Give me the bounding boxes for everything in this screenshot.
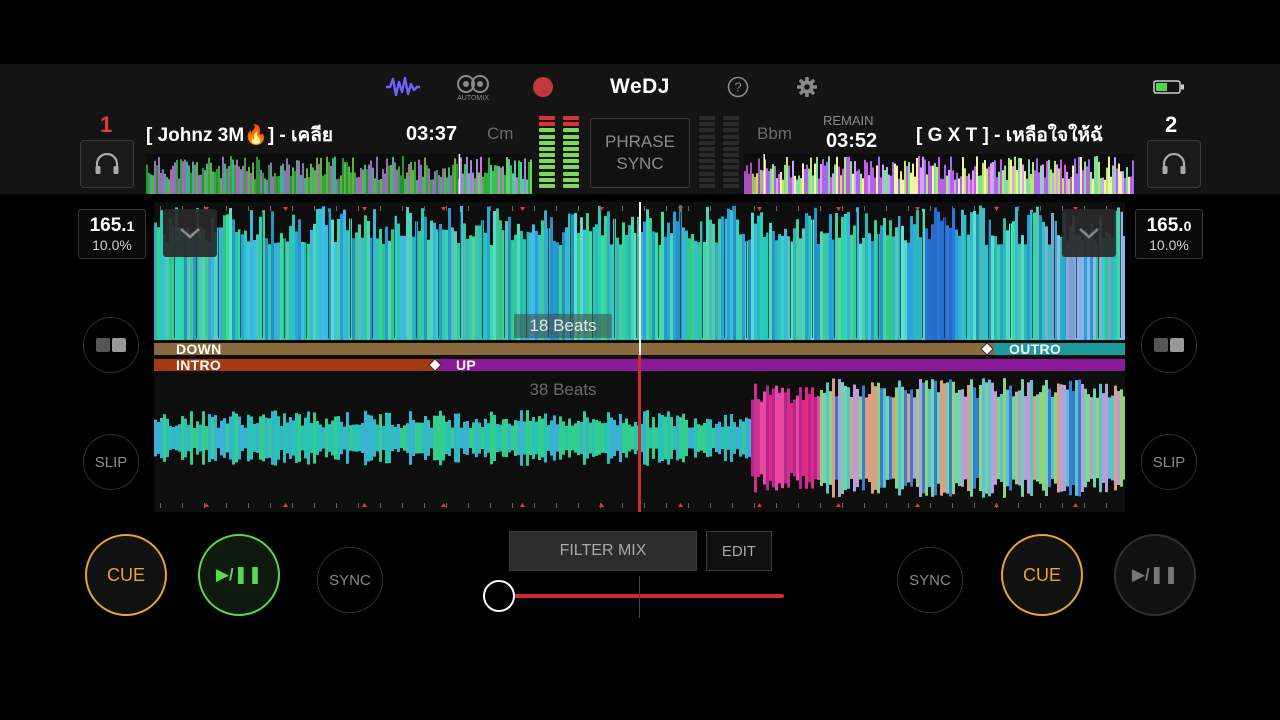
phrase-sync-line2: SYNC [616,154,664,173]
phrase-label-outro: OUTRO [1009,341,1062,357]
crossfader-center-mark [639,576,640,618]
deck1-headphone-cue-button[interactable] [80,140,134,188]
deck1-number: 1 [100,112,113,137]
headphones-icon [95,153,119,174]
svg-text:?: ? [734,80,741,95]
automix-label: AUTOMIX [457,95,489,102]
deck2-sync-label: SYNC [909,571,951,589]
deck2-cue-label: CUE [1022,564,1061,585]
waveform-display[interactable]: 18 Beats 38 Beats DOWN INTRO UP OUTRO [154,202,1125,512]
deck1-track-title[interactable]: [ Johnz 3M🔥] - เคลีย [146,120,360,150]
headphones-icon [1162,153,1186,174]
phrase-sync-button[interactable]: PHRASE SYNC [590,118,690,188]
deck1-slip-button[interactable]: SLIP [83,434,139,490]
chevron-down-icon [180,228,200,239]
deck2-bpm-display[interactable]: 165.0 10.0% [1135,209,1203,259]
help-icon: ? [727,76,749,98]
chevron-down-icon [1079,228,1099,239]
deck2-overview-waveform[interactable] [744,154,1134,194]
deck1-play-pause-button[interactable]: ▶/❚❚ [198,534,280,616]
deck1-overview-waveform[interactable] [146,154,532,194]
deck1-cue-button[interactable]: CUE [85,534,167,616]
deck1-pad-mode-button[interactable] [83,317,139,373]
deck2-pad-mode-button[interactable] [1141,317,1197,373]
battery-icon [1153,74,1185,100]
deck2-play-pause-button[interactable]: ▶/❚❚ [1114,534,1196,616]
pad-icon [1154,338,1184,352]
deck2-remain-time: 03:52 [826,130,878,152]
help-button[interactable]: ? [725,74,751,100]
deck1-sync-button[interactable]: SYNC [317,547,383,613]
deck1-pitch: 10.0% [92,237,132,253]
deck2-beat-countdown: 38 Beats [529,380,597,399]
record-button[interactable] [531,74,555,100]
phrase-label-down: DOWN [176,341,222,357]
gear-icon [797,77,817,97]
deck2-track-title[interactable]: [ G X T ] - เหลือใจให้ฉั [916,120,1132,150]
deck1-play-label: ▶/❚❚ [215,565,263,584]
record-icon [533,77,553,97]
phrase-label-up: UP [456,357,477,373]
deck2-play-label: ▶/❚❚ [1131,565,1179,584]
deck1-bpm-int: 165. [89,215,127,236]
deck1-bpm-decimal: 1 [126,218,135,234]
pad-icon [96,338,126,352]
phrase-label-intro: INTRO [176,357,222,373]
deck1-elapsed-time: 03:37 [406,123,458,145]
deck1-slip-label: SLIP [94,453,128,471]
phrase-sync-line1: PHRASE [605,132,675,151]
deck1-sync-label: SYNC [329,571,371,589]
filter-mix-button[interactable]: FILTER MIX [509,531,697,571]
deck1-beat-countdown: 18 Beats [514,314,612,338]
deck2-key: Bbm [757,124,792,143]
crossfader-knob[interactable] [483,580,515,612]
automix-button[interactable]: AUTOMIX [452,72,494,104]
deck2-level-meter-right [723,116,739,188]
deck2-collapse-button[interactable] [1062,209,1116,257]
deck2-number: 2 [1165,112,1178,137]
crossfader-track [500,594,784,598]
deck2-pitch: 10.0% [1149,237,1189,253]
deck2-bpm-decimal: 0 [1183,218,1192,234]
deck1-bpm-display[interactable]: 165.1 10.0% [78,209,146,259]
deck2-slip-label: SLIP [1152,453,1186,471]
deck1-key: Cm [487,124,514,143]
deck1-collapse-button[interactable] [163,209,217,257]
settings-button[interactable] [794,74,820,100]
deck2-headphone-cue-button[interactable] [1147,140,1201,188]
filter-mix-label: FILTER MIX [559,542,647,559]
deck1-level-meter-right [563,116,579,188]
deck2-slip-button[interactable]: SLIP [1141,434,1197,490]
automix-icon [457,75,489,93]
deck1-level-meter-left [539,116,555,188]
deck2-sync-button[interactable]: SYNC [897,547,963,613]
edit-label: EDIT [721,542,757,560]
deck2-cue-button[interactable]: CUE [1001,534,1083,616]
deck1-cue-label: CUE [106,564,145,585]
waveform-icon[interactable] [384,74,422,100]
deck2-remain-label: REMAIN [823,113,874,128]
deck2-bpm-int: 165. [1146,215,1184,236]
edit-button[interactable]: EDIT [706,531,772,571]
app-logo: WeDJ [610,75,670,98]
deck2-level-meter-left [699,116,715,188]
